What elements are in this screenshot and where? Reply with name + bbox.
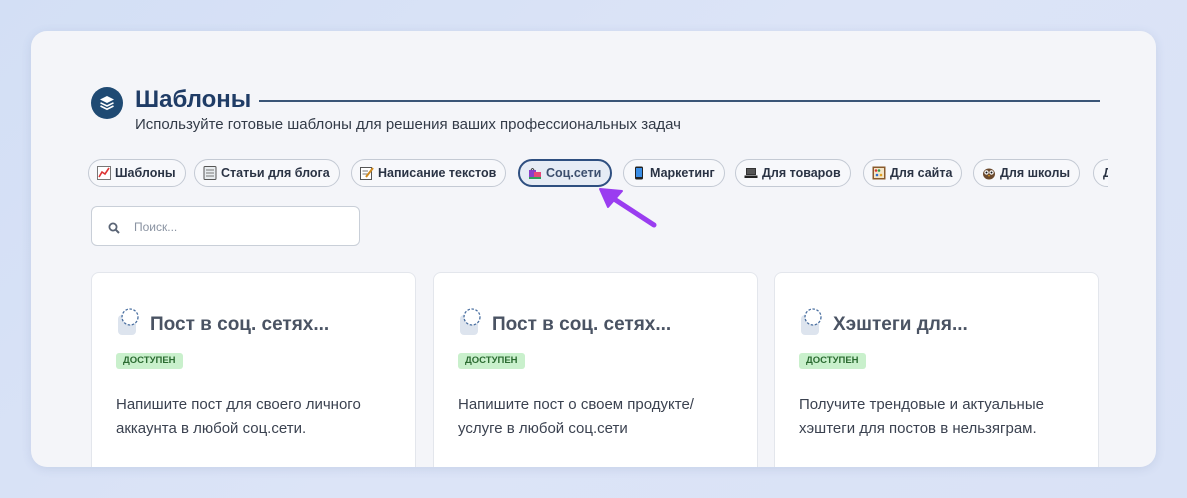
speech-bubble-icon	[801, 308, 822, 335]
title-divider	[211, 100, 1100, 102]
status-badge: ДОСТУПЕН	[458, 353, 525, 369]
card-description: Напишите пост для своего личного аккаунт…	[116, 396, 361, 437]
page-title: Шаблоны	[135, 85, 260, 115]
card-description: Напишите пост о своем продукте/ услуге в…	[458, 396, 694, 437]
card-title: Пост в соц. сетях...	[150, 314, 330, 335]
layers-icon	[91, 87, 123, 119]
chip-label: Для товаров	[762, 166, 841, 180]
chip-school[interactable]: Для школы	[973, 159, 1081, 187]
search-box[interactable]	[91, 206, 360, 246]
laptop-icon	[744, 166, 758, 180]
chip-website[interactable]: Для сайта	[863, 159, 963, 187]
chip-label: Шаблоны	[115, 166, 176, 180]
status-badge: ДОСТУПЕН	[799, 353, 866, 369]
search-input[interactable]	[132, 216, 346, 238]
templates-panel: Шаблоны Используйте готовые шаблоны для …	[31, 31, 1156, 467]
status-badge: ДОСТУПЕН	[116, 353, 183, 369]
template-card[interactable]: Пост в соц. сетях... ДОСТУПЕН Напишите п…	[91, 272, 416, 467]
header: Шаблоны Используйте готовые шаблоны для …	[91, 85, 1100, 145]
speech-bubble-icon	[460, 308, 481, 335]
notebook-icon	[203, 166, 217, 180]
chip-marketing[interactable]: Маркетинг	[623, 159, 725, 187]
pointer-arrow-icon	[599, 188, 657, 228]
template-card[interactable]: Пост в соц. сетях... ДОСТУПЕН Напишите п…	[433, 272, 758, 467]
phone-icon	[632, 166, 646, 180]
chip-label: Д	[1103, 166, 1108, 180]
card-title: Пост в соц. сетях...	[492, 314, 672, 335]
chip-label: Написание текстов	[378, 166, 497, 180]
memo-icon	[360, 166, 374, 180]
chip-templates[interactable]: Шаблоны	[88, 159, 186, 187]
chart-icon	[97, 166, 111, 180]
search-icon	[108, 222, 120, 234]
chip-social[interactable]: Соц.сети	[518, 159, 613, 187]
chip-label: Маркетинг	[650, 166, 715, 180]
abacus-icon	[872, 166, 886, 180]
chip-label: Статьи для блога	[221, 166, 330, 180]
template-card[interactable]: Хэштеги для... ДОСТУПЕН Получите трендов…	[774, 272, 1099, 467]
shopping-bags-icon	[528, 166, 542, 180]
chip-more[interactable]: Д	[1093, 159, 1108, 187]
chip-writing[interactable]: Написание текстов	[351, 159, 507, 187]
chip-blog[interactable]: Статьи для блога	[194, 159, 340, 187]
card-description: Получите трендовые и актуальные хэштеги …	[799, 396, 1044, 437]
page-subtitle: Используйте готовые шаблоны для решения …	[135, 116, 681, 133]
chip-products[interactable]: Для товаров	[735, 159, 851, 187]
chip-label: Для школы	[1000, 166, 1071, 180]
chip-label: Для сайта	[890, 166, 953, 180]
chip-label: Соц.сети	[546, 166, 602, 180]
card-title: Хэштеги для...	[833, 314, 968, 335]
owl-icon	[982, 166, 996, 180]
speech-bubble-icon	[118, 308, 139, 335]
